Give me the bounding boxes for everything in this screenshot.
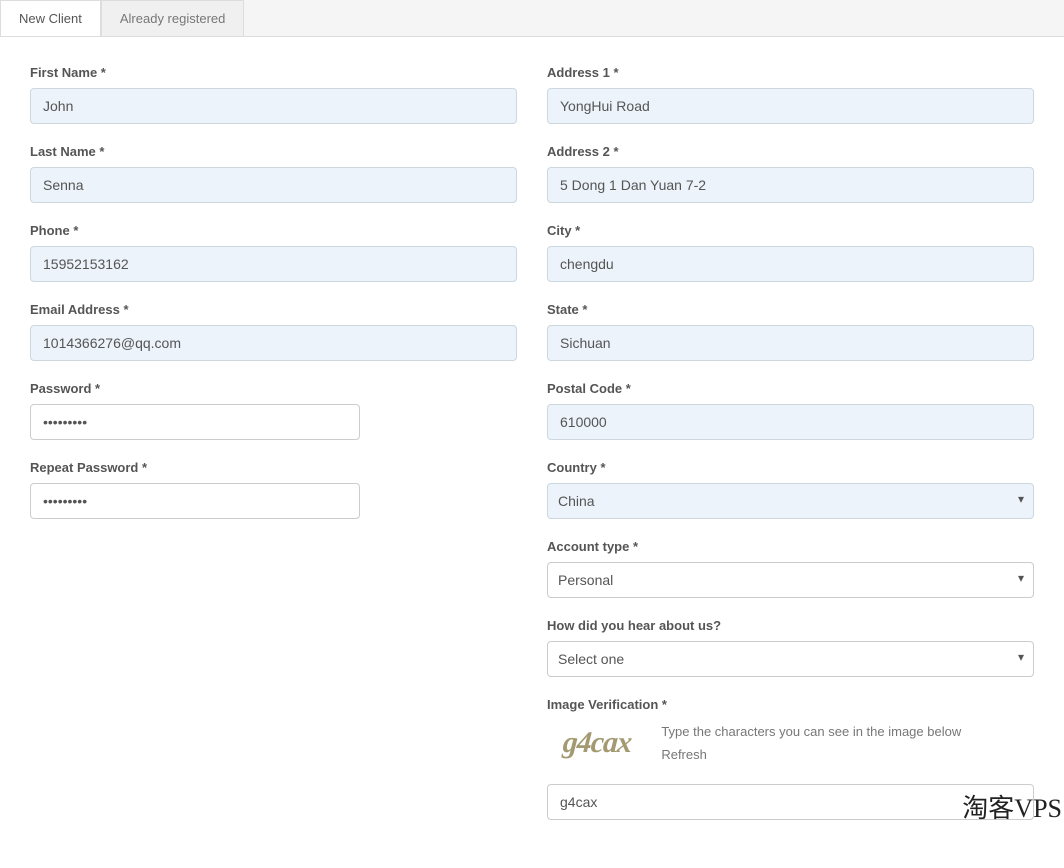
- first-name-label: First Name *: [30, 65, 517, 80]
- postal-code-input[interactable]: [547, 404, 1034, 440]
- city-input[interactable]: [547, 246, 1034, 282]
- postal-code-label: Postal Code *: [547, 381, 1034, 396]
- account-type-label: Account type *: [547, 539, 1034, 554]
- last-name-input[interactable]: [30, 167, 517, 203]
- repeat-password-input[interactable]: [30, 483, 360, 519]
- address2-input[interactable]: [547, 167, 1034, 203]
- form-left-column: First Name * Last Name * Phone * Email A…: [30, 65, 517, 840]
- repeat-password-label: Repeat Password *: [30, 460, 517, 475]
- first-name-input[interactable]: [30, 88, 517, 124]
- tab-new-client[interactable]: New Client: [0, 0, 101, 36]
- captcha-help-text: Type the characters you can see in the i…: [661, 722, 961, 743]
- hear-about-select[interactable]: Select one: [547, 641, 1034, 677]
- image-verification-label: Image Verification *: [547, 697, 1034, 712]
- registration-form: First Name * Last Name * Phone * Email A…: [0, 37, 1064, 868]
- email-label: Email Address *: [30, 302, 517, 317]
- tabs: New Client Already registered: [0, 0, 1064, 37]
- form-right-column: Address 1 * Address 2 * City * State * P…: [547, 65, 1034, 840]
- state-label: State *: [547, 302, 1034, 317]
- password-label: Password *: [30, 381, 517, 396]
- address1-label: Address 1 *: [547, 65, 1034, 80]
- account-type-select[interactable]: Personal: [547, 562, 1034, 598]
- hear-about-label: How did you hear about us?: [547, 618, 1034, 633]
- city-label: City *: [547, 223, 1034, 238]
- email-input[interactable]: [30, 325, 517, 361]
- address1-input[interactable]: [547, 88, 1034, 124]
- last-name-label: Last Name *: [30, 144, 517, 159]
- phone-label: Phone *: [30, 223, 517, 238]
- country-label: Country *: [547, 460, 1034, 475]
- captcha-help: Type the characters you can see in the i…: [661, 722, 961, 766]
- captcha-refresh-link[interactable]: Refresh: [661, 745, 707, 766]
- state-input[interactable]: [547, 325, 1034, 361]
- watermark: 淘客VPS: [960, 784, 1064, 829]
- address2-label: Address 2 *: [547, 144, 1034, 159]
- tab-already-registered[interactable]: Already registered: [101, 0, 245, 36]
- password-input[interactable]: [30, 404, 360, 440]
- country-select[interactable]: China: [547, 483, 1034, 519]
- captcha-image: g4cax: [546, 722, 643, 760]
- phone-input[interactable]: [30, 246, 517, 282]
